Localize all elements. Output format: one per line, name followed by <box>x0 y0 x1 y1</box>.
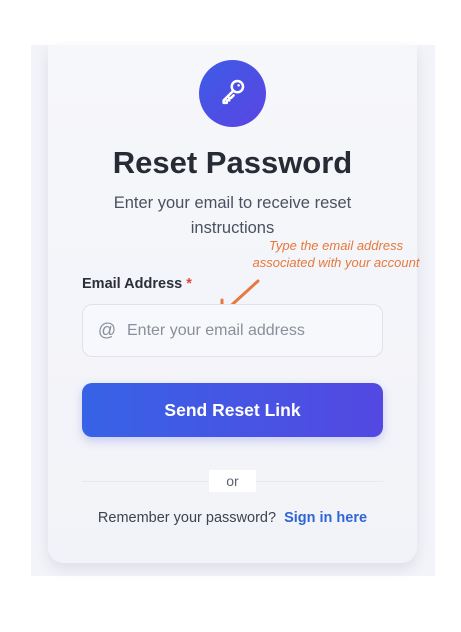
logo-badge <box>199 60 266 127</box>
email-label: Email Address * <box>82 276 192 292</box>
footer: Remember your password? Sign in here <box>48 510 417 526</box>
key-icon <box>218 76 248 111</box>
footer-prompt: Remember your password? <box>97 510 277 526</box>
email-input[interactable] <box>117 305 382 356</box>
page-title: Reset Password <box>112 145 353 180</box>
send-reset-link-button[interactable]: Send Reset Link <box>82 383 383 437</box>
email-field-wrapper[interactable]: @ <box>82 304 383 357</box>
divider-label: or <box>209 470 256 492</box>
sign-in-link[interactable]: Sign in here <box>284 510 367 526</box>
annotation-hint: Type the email address associated with y… <box>252 238 420 270</box>
page-subtitle: Enter your email to receive reset instru… <box>113 194 352 237</box>
required-marker: * <box>186 276 192 292</box>
at-sign-icon: @ <box>97 320 117 340</box>
email-label-text: Email Address <box>82 276 183 292</box>
